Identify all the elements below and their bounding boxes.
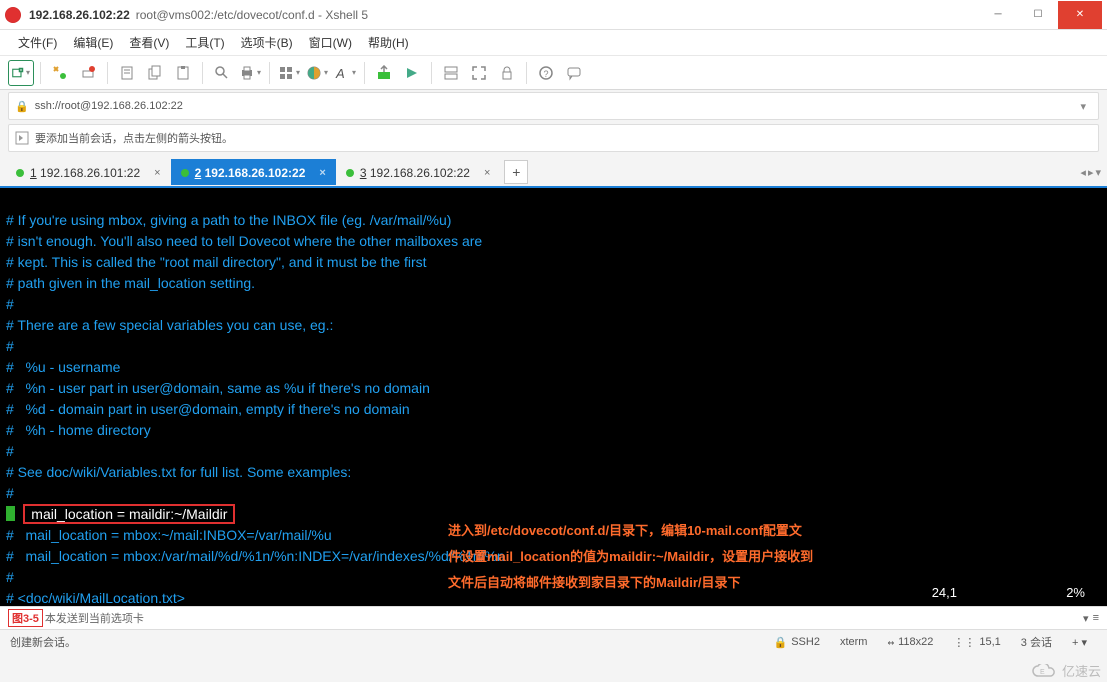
- terminal-line: # There are a few special variables you …: [6, 317, 333, 333]
- annotation-overlay: 进入到/etc/dovecot/conf.d/目录下，编辑10-mail.con…: [448, 518, 813, 596]
- session-tabstrip: 1 192.168.26.101:22 × 2 192.168.26.102:2…: [0, 158, 1107, 186]
- lock-icon: 🔒: [15, 100, 29, 113]
- tab-close-icon[interactable]: ×: [154, 167, 160, 179]
- menu-window[interactable]: 窗口(W): [303, 32, 358, 53]
- vim-file-percentage: 2%: [1066, 583, 1085, 602]
- fullscreen-button[interactable]: [466, 60, 492, 86]
- properties-button[interactable]: [114, 60, 140, 86]
- toolbar: A ?: [0, 56, 1107, 90]
- address-go-icon[interactable]: ▾: [1074, 100, 1092, 113]
- disconnect-button[interactable]: [75, 60, 101, 86]
- paste-button[interactable]: [170, 60, 196, 86]
- session-tab-1[interactable]: 1 192.168.26.101:22 ×: [6, 159, 171, 185]
- menu-view[interactable]: 查看(V): [123, 32, 175, 53]
- hint-bar: 要添加当前会话，点击左侧的箭头按钮。: [8, 124, 1099, 152]
- terminal-line: # <doc/wiki/MailLocation.txt>: [6, 590, 185, 606]
- session-tab-3[interactable]: 3 192.168.26.102:22 ×: [336, 159, 501, 185]
- menubar: 文件(F) 编辑(E) 查看(V) 工具(T) 选项卡(B) 窗口(W) 帮助(…: [0, 30, 1107, 56]
- address-bar[interactable]: 🔒 ssh://root@192.168.26.102:22 ▾: [8, 92, 1099, 120]
- terminal-line: #: [6, 485, 14, 501]
- menu-help[interactable]: 帮助(H): [362, 32, 415, 53]
- xftp-button[interactable]: [371, 60, 397, 86]
- terminal-line: #: [6, 443, 14, 459]
- terminal-line: # path given in the mail_location settin…: [6, 275, 255, 291]
- tile-horizontal-button[interactable]: [438, 60, 464, 86]
- sessions-panel-button[interactable]: [276, 60, 302, 86]
- tab-nav-left-icon[interactable]: ◂: [1080, 166, 1086, 179]
- tab-nav-right-icon[interactable]: ▸: [1088, 166, 1094, 179]
- terminal-line: # isn't enough. You'll also need to tell…: [6, 233, 482, 249]
- close-button[interactable]: ✕: [1058, 1, 1102, 29]
- status-dot-icon: [16, 169, 24, 177]
- address-text: ssh://root@192.168.26.102:22: [35, 100, 183, 112]
- status-bar: 创建新会话。 🔒SSH2 xterm ↔ 118x22 ⋮⋮ 15,1 3 会话…: [0, 630, 1107, 654]
- lock-small-icon: 🔒: [774, 636, 788, 649]
- new-session-button[interactable]: [8, 60, 34, 86]
- menu-file[interactable]: 文件(F): [12, 32, 63, 53]
- status-protocol: 🔒SSH2: [764, 636, 830, 649]
- terminal-line: # mail_location = mbox:~/mail:INBOX=/var…: [6, 527, 332, 543]
- send-target-icon[interactable]: ▾: [1083, 612, 1089, 625]
- menu-edit[interactable]: 编辑(E): [67, 32, 119, 53]
- terminal-line: # See doc/wiki/Variables.txt for full li…: [6, 464, 351, 480]
- svg-text:E: E: [1040, 669, 1045, 676]
- status-terminal-type: xterm: [830, 636, 878, 648]
- hint-text: 要添加当前会话，点击左侧的箭头按钮。: [35, 130, 233, 146]
- add-tab-button[interactable]: +: [504, 160, 528, 184]
- find-button[interactable]: [209, 60, 235, 86]
- minimize-button[interactable]: ─: [978, 1, 1018, 29]
- window-title-path: root@vms002:/etc/dovecot/conf.d - Xshell…: [136, 8, 368, 22]
- highlighted-config-line: mail_location = maildir:~/Maildir: [23, 504, 235, 524]
- terminal-line: # %d - domain part in user@domain, empty…: [6, 401, 410, 417]
- terminal-line: # If you're using mbox, giving a path to…: [6, 212, 451, 228]
- terminal-line: # %n - user part in user@domain, same as…: [6, 380, 430, 396]
- status-cursor-pos: ⋮⋮ 15,1: [943, 636, 1010, 649]
- status-overflow-icon[interactable]: + ▾: [1062, 636, 1097, 649]
- maximize-button[interactable]: ☐: [1018, 1, 1058, 29]
- script-button[interactable]: [399, 60, 425, 86]
- session-tab-2[interactable]: 2 192.168.26.102:22 ×: [171, 159, 336, 185]
- font-button[interactable]: A: [332, 60, 358, 86]
- figure-label: 图3-5: [8, 609, 43, 627]
- window-titlebar: 192.168.26.102:22 root@vms002:/etc/dovec…: [0, 0, 1107, 30]
- menu-tools[interactable]: 工具(T): [179, 32, 230, 53]
- send-menu-icon[interactable]: ≡: [1093, 612, 1099, 625]
- send-bar[interactable]: 图3-5 本发送到当前选项卡 ▾ ≡: [0, 606, 1107, 630]
- status-dot-icon: [181, 169, 189, 177]
- terminal-cursor: [6, 506, 15, 521]
- terminal-viewport[interactable]: # If you're using mbox, giving a path to…: [0, 186, 1107, 606]
- window-title-main: 192.168.26.102:22: [29, 8, 130, 22]
- tab-menu-icon[interactable]: ▾: [1095, 166, 1101, 179]
- color-scheme-button[interactable]: [304, 60, 330, 86]
- vim-cursor-position: 24,1: [932, 583, 957, 602]
- terminal-line: # kept. This is called the "root mail di…: [6, 254, 427, 270]
- lock-button[interactable]: [494, 60, 520, 86]
- print-button[interactable]: [237, 60, 263, 86]
- terminal-line: # %h - home directory: [6, 422, 151, 438]
- terminal-line: # %u - username: [6, 359, 120, 375]
- terminal-line: # mail_location = mbox:/var/mail/%d/%1n/…: [6, 548, 505, 564]
- help-button[interactable]: ?: [533, 60, 559, 86]
- tab-close-icon[interactable]: ×: [484, 167, 490, 179]
- terminal-line: #: [6, 569, 14, 585]
- reconnect-button[interactable]: [47, 60, 73, 86]
- svg-text:A: A: [335, 66, 345, 81]
- status-window-size: ↔ 118x22: [877, 636, 943, 649]
- status-session-count: 3 会话: [1011, 634, 1062, 650]
- watermark: E 亿速云: [1032, 661, 1101, 680]
- terminal-line: #: [6, 296, 14, 312]
- app-icon: [5, 7, 21, 23]
- terminal-line: #: [6, 338, 14, 354]
- copy-button[interactable]: [142, 60, 168, 86]
- svg-text:?: ?: [544, 69, 549, 79]
- add-session-icon[interactable]: [15, 131, 29, 145]
- menu-tabs[interactable]: 选项卡(B): [235, 32, 299, 53]
- status-dot-icon: [346, 169, 354, 177]
- send-bar-text: 本发送到当前选项卡: [45, 610, 144, 626]
- feedback-button[interactable]: [561, 60, 587, 86]
- tab-close-icon[interactable]: ×: [319, 167, 325, 179]
- status-message: 创建新会话。: [10, 634, 76, 650]
